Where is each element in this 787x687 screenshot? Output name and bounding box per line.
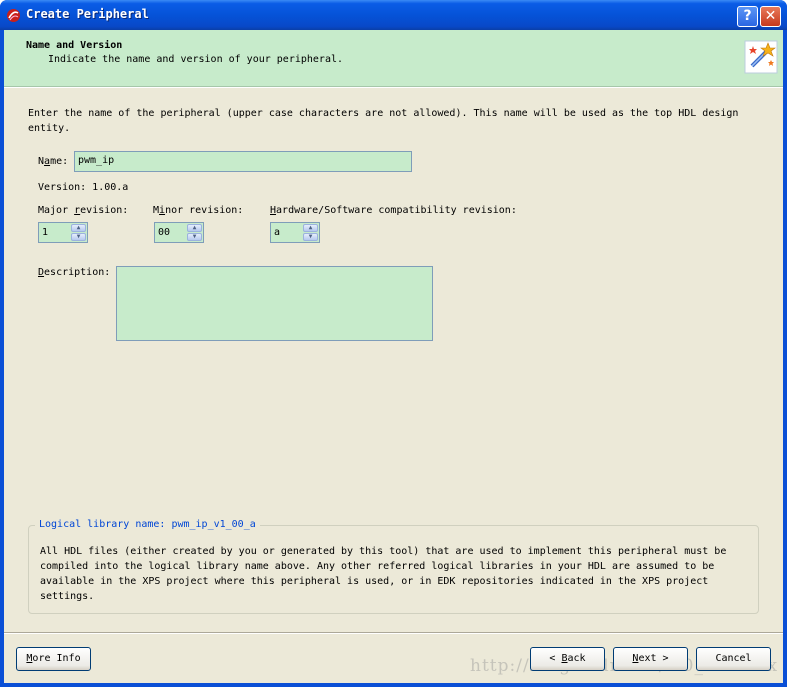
help-button[interactable]: ? (737, 6, 758, 27)
spin-up-icon[interactable]: ▲ (71, 224, 86, 232)
more-info-button[interactable]: More Info (16, 647, 91, 671)
name-input[interactable]: pwm_ip (74, 151, 412, 172)
description-label: Description: (38, 267, 111, 278)
logical-library-group: Logical library name: pwm_ip_v1_00_a All… (28, 519, 759, 614)
version-label: Version: 1.00.a (38, 182, 129, 193)
window-frame-bottom (0, 683, 787, 687)
name-label: Name: (38, 156, 69, 167)
spin-down-icon[interactable]: ▼ (187, 233, 202, 241)
title-bar[interactable]: Create Peripheral ? ✕ (0, 0, 787, 30)
spinner-arrows: ▲ ▼ (187, 224, 202, 241)
spinner-arrows: ▲ ▼ (71, 224, 86, 241)
header-title: Name and Version (26, 40, 123, 51)
dialog-window: Create Peripheral ? ✕ Name and Version I… (0, 0, 787, 687)
major-revision-spinner[interactable]: 1 ▲ ▼ (38, 222, 88, 243)
hw-sw-revision-label: Hardware/Software compatibility revision… (270, 205, 517, 216)
spinner-arrows: ▲ ▼ (303, 224, 318, 241)
dialog-client-area: Name and Version Indicate the name and v… (4, 30, 783, 683)
logical-library-description: All HDL files (either created by you or … (40, 546, 727, 602)
hw-sw-revision-spinner[interactable]: a ▲ ▼ (270, 222, 320, 243)
back-button[interactable]: < Back (530, 647, 605, 671)
spin-down-icon[interactable]: ▼ (71, 233, 86, 241)
spin-down-icon[interactable]: ▼ (303, 233, 318, 241)
footer-separator (4, 632, 783, 634)
xilinx-app-icon (7, 9, 20, 22)
cancel-button[interactable]: Cancel (696, 647, 771, 671)
header-separator (4, 87, 783, 89)
wizard-header: Name and Version Indicate the name and v… (4, 30, 783, 87)
spin-up-icon[interactable]: ▲ (303, 224, 318, 232)
minor-revision-spinner[interactable]: 00 ▲ ▼ (154, 222, 204, 243)
wizard-wand-icon (744, 40, 778, 74)
minor-revision-label: Minor revision: (153, 205, 244, 216)
major-revision-label: Major revision: (38, 205, 129, 216)
logical-library-legend: Logical library name: pwm_ip_v1_00_a (35, 519, 260, 530)
window-title: Create Peripheral (26, 7, 149, 21)
hw-sw-revision-value: a (274, 227, 281, 238)
intro-text: Enter the name of the peripheral (upper … (28, 108, 739, 134)
minor-revision-value: 00 (158, 227, 171, 238)
spin-up-icon[interactable]: ▲ (187, 224, 202, 232)
next-button[interactable]: Next > (613, 647, 688, 671)
major-revision-value: 1 (42, 227, 49, 238)
close-button[interactable]: ✕ (760, 6, 781, 27)
header-subtitle: Indicate the name and version of your pe… (48, 54, 344, 65)
description-textarea[interactable] (116, 266, 433, 341)
